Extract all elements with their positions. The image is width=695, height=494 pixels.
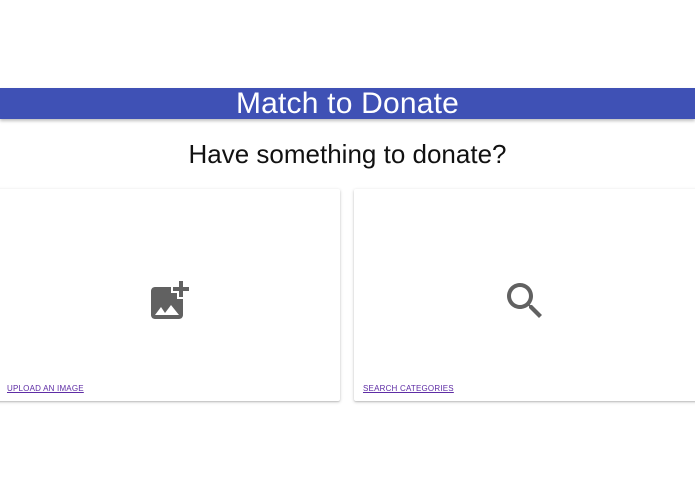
add-photo-icon[interactable] [145, 277, 193, 325]
app-title: Match to Donate [235, 87, 460, 120]
search-icon[interactable] [501, 277, 549, 325]
upload-image-card[interactable]: UPLOAD AN IMAGE [0, 189, 340, 401]
page-headline: Have something to donate? [188, 139, 507, 169]
app-bar: Match to Donate [0, 88, 695, 119]
page: Match to Donate Have something to donate… [0, 0, 695, 494]
search-categories-card[interactable]: SEARCH CATEGORIES [354, 189, 695, 401]
search-categories-link[interactable]: SEARCH CATEGORIES [363, 384, 454, 393]
upload-image-link[interactable]: UPLOAD AN IMAGE [7, 384, 84, 393]
